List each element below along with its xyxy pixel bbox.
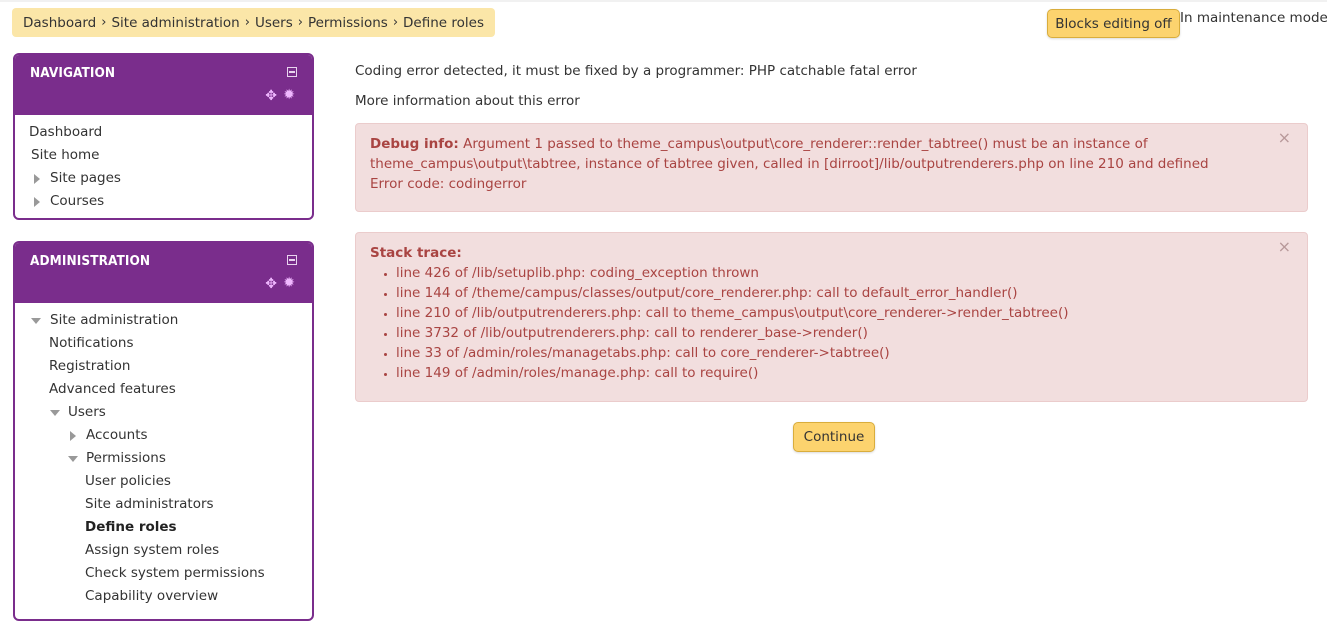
breadcrumb-separator: › [392,15,399,30]
breadcrumb-site-administration[interactable]: Site administration [111,15,239,31]
triangle-down-icon[interactable] [50,410,60,416]
admin-item-label[interactable]: Assign system roles [85,539,219,562]
nav-item-site-home[interactable]: Site home [15,144,312,167]
nav-item-dashboard[interactable]: Dashboard [15,121,312,144]
admin-item-label[interactable]: Check system permissions [85,562,265,585]
gear-icon[interactable]: ✹ [283,276,295,290]
admin-item-label[interactable]: Accounts [86,424,148,447]
navigation-block-header: NAVIGATION ✥ ✹ [15,55,312,115]
stack-trace-line: line 144 of /theme/campus/classes/output… [396,283,1293,303]
admin-item-accounts[interactable]: Accounts [15,424,312,447]
triangle-down-icon[interactable] [68,456,78,462]
admin-item-permissions[interactable]: Permissions [15,447,312,470]
admin-item-notifications[interactable]: Notifications [15,332,312,355]
triangle-right-icon[interactable] [34,197,40,207]
administration-tree: Site administration Notifications Regist… [15,303,312,612]
stack-trace-list: line 426 of /lib/setuplib.php: coding_ex… [370,263,1293,383]
admin-item-registration[interactable]: Registration [15,355,312,378]
debug-info-alert: × Debug info: Argument 1 passed to theme… [355,123,1308,212]
breadcrumb-separator: › [297,15,303,30]
breadcrumb-dashboard[interactable]: Dashboard [23,15,96,31]
move-arrows-icon[interactable]: ✥ [265,89,277,103]
nav-item-label[interactable]: Courses [50,190,104,213]
nav-item-label[interactable]: Site pages [50,167,121,190]
close-icon[interactable]: × [1278,130,1291,146]
minus-square-icon[interactable] [287,67,297,77]
admin-item-user-policies[interactable]: User policies [15,470,312,493]
admin-item-assign-system-roles[interactable]: Assign system roles [15,539,312,562]
close-icon[interactable]: × [1278,239,1291,255]
nav-item-courses[interactable]: Courses [15,190,312,213]
admin-item-label[interactable]: Registration [49,355,130,378]
admin-item-label-active[interactable]: Define roles [85,516,177,539]
more-info-link[interactable]: More information about this error [355,93,580,109]
admin-item-label[interactable]: Site administrators [85,493,214,516]
navigation-block: NAVIGATION ✥ ✹ Dashboard Site home Site … [13,53,314,220]
admin-item-label[interactable]: User policies [85,470,171,493]
debug-info-text: Argument 1 passed to theme_campus\output… [370,136,1209,172]
administration-block: ADMINISTRATION ✥ ✹ Site administration N… [13,241,314,621]
admin-item-advanced-features[interactable]: Advanced features [15,378,312,401]
breadcrumb-permissions[interactable]: Permissions [308,15,388,31]
top-border [0,0,1327,2]
admin-item-label[interactable]: Site administration [50,309,178,332]
breadcrumb-separator: › [101,15,107,30]
nav-item-label[interactable]: Site home [31,144,99,167]
nav-item-label[interactable]: Dashboard [29,121,102,144]
nav-item-site-pages[interactable]: Site pages [15,167,312,190]
administration-block-header: ADMINISTRATION ✥ ✹ [15,243,312,303]
debug-info-label: Debug info: [370,136,459,152]
admin-item-users[interactable]: Users [15,401,312,424]
admin-item-label[interactable]: Advanced features [49,378,176,401]
stack-trace-line: line 33 of /admin/roles/managetabs.php: … [396,343,1293,363]
admin-item-label[interactable]: Permissions [86,447,166,470]
administration-block-title: ADMINISTRATION [30,253,151,269]
stack-trace-label: Stack trace: [370,245,462,261]
breadcrumb-define-roles[interactable]: Define roles [403,15,484,31]
move-arrows-icon[interactable]: ✥ [265,277,277,291]
breadcrumb: Dashboard › Site administration › Users … [12,8,495,37]
gear-icon[interactable]: ✹ [283,88,295,102]
breadcrumb-separator: › [244,15,250,30]
error-title: Coding error detected, it must be fixed … [355,63,917,79]
stack-trace-alert: × Stack trace: line 426 of /lib/setuplib… [355,232,1308,402]
breadcrumb-users[interactable]: Users [255,15,293,31]
maintenance-mode-text: In maintenance mode [1180,10,1327,26]
continue-button[interactable]: Continue [793,422,875,452]
admin-item-define-roles[interactable]: Define roles [15,516,312,539]
triangle-down-icon[interactable] [31,318,41,324]
stack-trace-line: line 149 of /admin/roles/manage.php: cal… [396,363,1293,383]
error-code-text: Error code: codingerror [370,176,527,192]
stack-trace-line: line 210 of /lib/outputrenderers.php: ca… [396,303,1293,323]
stack-trace-line: line 426 of /lib/setuplib.php: coding_ex… [396,263,1293,283]
navigation-block-title: NAVIGATION [30,65,116,81]
admin-item-label[interactable]: Notifications [49,332,134,355]
navigation-tree: Dashboard Site home Site pages Courses [15,115,312,217]
minus-square-icon[interactable] [287,255,297,265]
admin-item-check-system-permissions[interactable]: Check system permissions [15,562,312,585]
blocks-editing-button[interactable]: Blocks editing off [1047,9,1180,38]
stack-trace-line: line 3732 of /lib/outputrenderers.php: c… [396,323,1293,343]
admin-item-label[interactable]: Users [68,401,106,424]
admin-item-site-administrators[interactable]: Site administrators [15,493,312,516]
triangle-right-icon[interactable] [70,431,76,441]
triangle-right-icon[interactable] [34,174,40,184]
admin-item-site-administration[interactable]: Site administration [15,309,312,332]
